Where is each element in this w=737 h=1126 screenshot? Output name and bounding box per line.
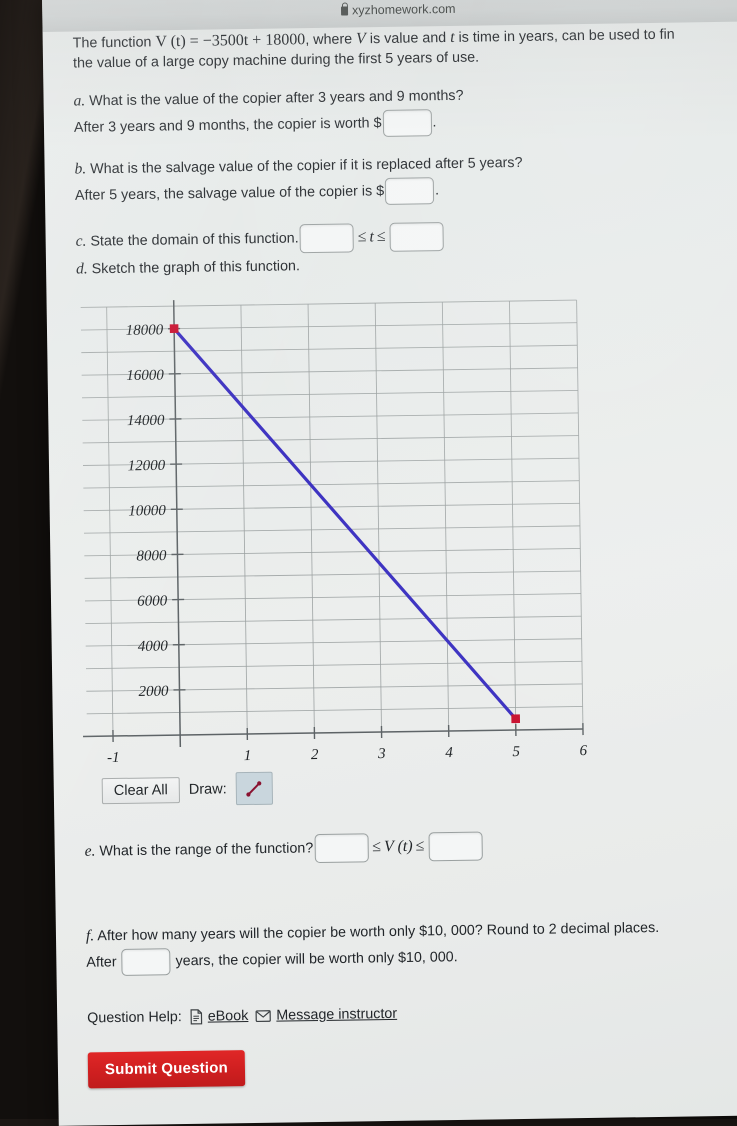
y-axis-tick-label: 8000 [136, 548, 167, 564]
part-b-answer-prefix: After 5 years, the salvage value of the … [75, 183, 384, 204]
message-instructor-label: Message instructor [276, 1006, 397, 1024]
graph-endpoint-marker[interactable] [511, 714, 520, 723]
x-axis-tick-label: 2 [311, 747, 319, 763]
intro-formula: V (t) = −3500t + 18000 [155, 31, 305, 50]
intro-end: is time in years, can be used to fin [454, 27, 674, 46]
part-b-text: What is the salvage value of the copier … [90, 155, 523, 177]
intro-pre: The function [73, 34, 156, 51]
y-axis-tick-label: 4000 [138, 638, 169, 654]
x-axis-tick-label: 6 [579, 743, 587, 759]
graph-line[interactable] [174, 324, 516, 724]
intro-post: , where [305, 31, 356, 48]
x-axis-tick-label: 4 [445, 745, 453, 761]
part-d-label: d. [76, 260, 88, 277]
part-e-label: e. [85, 843, 96, 860]
message-instructor-link[interactable]: Message instructor [255, 1006, 397, 1024]
part-e-lower-input[interactable] [314, 833, 368, 863]
part-a-answer-input[interactable] [382, 109, 431, 137]
part-e-text: What is the range of the function? [99, 840, 313, 859]
part-f-label: f. [86, 927, 94, 944]
question-content: The function V (t) = −3500t + 18000, whe… [43, 21, 737, 1088]
part-f-answer-input[interactable] [121, 948, 170, 976]
x-axis-tick-label: 1 [244, 748, 252, 764]
intro-mid: is value and [366, 30, 450, 47]
y-axis-tick-label: 18000 [126, 322, 164, 339]
part-c-upper-input[interactable] [389, 222, 443, 252]
y-axis-tick-label: 2000 [138, 684, 169, 700]
part-e-upper-input[interactable] [428, 832, 482, 862]
part-f-answer-suffix: years, the copier will be worth only $10… [175, 949, 457, 969]
function-graph[interactable]: 2000 4000 6000 8000 10000 12000 14000 16000 1800… [42, 286, 596, 779]
part-f-answer-prefix: After [86, 954, 116, 970]
question-help-label: Question Help: [87, 1009, 182, 1026]
part-c-rel-left: ≤ [355, 228, 370, 245]
part-b-answer-input[interactable] [385, 177, 434, 205]
part-a-answer-prefix: After 3 years and 9 months, the copier i… [74, 115, 382, 136]
part-e-rel-left: ≤ [369, 838, 384, 855]
part-f-text: After how many years will the copier be … [97, 920, 659, 944]
x-axis-tick-label: 3 [377, 746, 386, 762]
x-axis-tick-label: 5 [512, 744, 520, 760]
envelope-icon [255, 1009, 271, 1023]
y-axis-tick-label: 14000 [127, 413, 165, 430]
part-c-text: State the domain of this function. [90, 231, 298, 250]
y-axis-tick-label: 16000 [126, 367, 164, 384]
address-bar[interactable]: xyzhomework.com [341, 2, 456, 18]
part-c-label: c. [76, 233, 87, 250]
x-axis-tick-label: -1 [107, 750, 120, 766]
part-b-label: b. [74, 160, 86, 177]
browser-page: ••• xyzhomework.com The function V (t) =… [42, 0, 737, 1126]
y-axis-tick-label: 12000 [128, 458, 166, 475]
part-e-question: e. What is the range of the function? ≤V … [55, 827, 737, 867]
intro-variable-v: V [356, 30, 366, 47]
part-d-text: Sketch the graph of this function. [92, 258, 300, 277]
y-axis-tick-label: 6000 [137, 593, 168, 609]
question-help-row: Question Help: eBook [57, 1000, 737, 1027]
submit-question-button[interactable]: Submit Question [88, 1050, 246, 1088]
draw-label: Draw: [189, 781, 227, 798]
line-segment-icon [244, 778, 264, 798]
graph-endpoint-marker[interactable] [170, 324, 179, 333]
ebook-link[interactable]: eBook [189, 1008, 249, 1025]
part-a-text: What is the value of the copier after 3 … [89, 88, 464, 110]
document-icon [189, 1009, 203, 1025]
ebook-label: eBook [208, 1008, 249, 1025]
url-text: xyzhomework.com [352, 2, 456, 18]
part-a-label: a. [73, 92, 85, 109]
part-b-answer-suffix: . [435, 182, 439, 198]
part-e-variable: V (t) [384, 838, 413, 855]
y-axis-tick-label: 10000 [128, 503, 166, 520]
part-c-rel-right: ≤ [374, 228, 389, 245]
draw-line-segment-button[interactable] [235, 772, 272, 806]
lock-icon [341, 6, 348, 15]
part-e-rel-right: ≤ [412, 838, 427, 855]
graph-canvas[interactable]: 2000 4000 6000 8000 10000 12000 14000 16000 1800… [42, 286, 596, 779]
clear-all-button[interactable]: Clear All [102, 777, 180, 804]
part-c-lower-input[interactable] [299, 223, 353, 253]
part-a-answer-suffix: . [432, 114, 436, 130]
